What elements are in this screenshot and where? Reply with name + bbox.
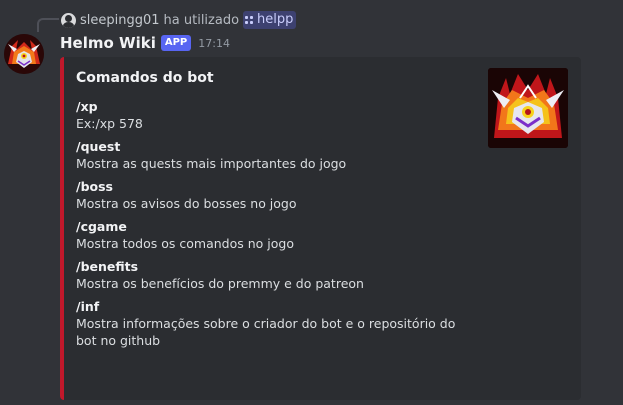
embed-field: /quest Mostra as quests mais importantes… <box>76 139 476 172</box>
field-value: Mostra os avisos do bosses no jogo <box>76 196 297 211</box>
helmet-logo-icon <box>4 34 44 74</box>
reply-username[interactable]: sleepingg01 <box>80 13 160 28</box>
embed-thumbnail[interactable] <box>488 68 568 148</box>
field-value: Mostra as quests mais importantes do jog… <box>76 156 347 171</box>
message-timestamp[interactable]: 17:14 <box>198 37 230 50</box>
field-name: /xp <box>76 99 98 114</box>
embed-field: /benefits Mostra os benefícios do premmy… <box>76 259 476 292</box>
reply-connector-line <box>37 18 59 32</box>
field-value: Mostra todos os comandos no jogo <box>76 236 294 251</box>
field-value: Mostra informações sobre o criador do bo… <box>76 316 456 348</box>
reply-action-text: ha utilizado <box>163 12 240 28</box>
embed-fields: /xp Ex:/xp 578 /quest Mostra as quests m… <box>76 99 476 356</box>
field-name: /boss <box>76 179 113 194</box>
command-mention[interactable]: helpp <box>243 11 297 29</box>
embed-field: /cgame Mostra todos os comandos no jogo <box>76 219 476 252</box>
field-name: /cgame <box>76 219 127 234</box>
reply-context[interactable]: sleepingg01 ha utilizado helpp <box>61 11 297 29</box>
helmet-logo-icon <box>488 68 568 148</box>
bot-name[interactable]: Helmo Wiki <box>60 34 156 52</box>
field-value: Mostra os benefícios do premmy e do patr… <box>76 276 364 291</box>
embed-field: /xp Ex:/xp 578 <box>76 99 476 132</box>
slash-command-icon <box>245 15 254 25</box>
message-header: Helmo Wiki APP 17:14 <box>60 34 230 52</box>
reply-user-avatar[interactable] <box>61 12 76 28</box>
field-name: /inf <box>76 299 100 314</box>
bot-avatar[interactable] <box>4 34 44 74</box>
field-name: /quest <box>76 139 121 154</box>
command-name: helpp <box>257 12 294 27</box>
embed-field: /boss Mostra os avisos do bosses no jogo <box>76 179 476 212</box>
field-name: /benefits <box>76 259 139 274</box>
embed-card: Comandos do bot /xp Ex:/xp 578 /quest Mo… <box>60 57 581 400</box>
app-badge: APP <box>160 35 192 51</box>
embed-field: /inf Mostra informações sobre o criador … <box>76 299 476 349</box>
field-value: Ex:/xp 578 <box>76 116 143 131</box>
embed-title: Comandos do bot <box>76 70 214 86</box>
